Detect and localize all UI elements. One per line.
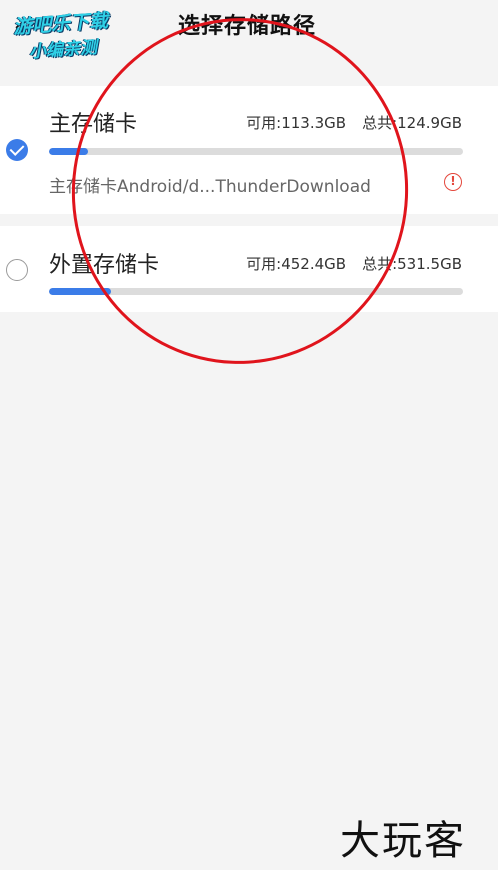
alert-circle-icon[interactable]: !	[444, 173, 462, 191]
top-bar: ‹ 选择存储路径 游吧乐下载 小编亲测	[0, 0, 498, 62]
storage-name: 外置存储卡	[49, 253, 160, 278]
page-title: 选择存储路径	[178, 14, 317, 39]
watermark-logo: 游吧乐下载 小编亲测	[12, 4, 141, 67]
storage-usage-bar	[49, 288, 463, 295]
storage-available: 可用:452.4GB	[246, 255, 347, 273]
radio-unchecked-icon[interactable]	[6, 259, 28, 281]
storage-available: 可用:113.3GB	[246, 114, 347, 132]
storage-usage-bar	[49, 148, 463, 155]
storage-stats: 可用:113.3GB 总共:124.9GB	[246, 112, 462, 133]
storage-name: 主存储卡	[49, 112, 138, 137]
storage-usage-fill	[49, 288, 111, 295]
radio-checked-icon[interactable]	[6, 139, 28, 161]
storage-usage-fill	[49, 148, 88, 155]
storage-option-external[interactable]: 外置存储卡 可用:452.4GB 总共:531.5GB	[0, 226, 498, 312]
watermark-line2: 小编亲测	[28, 37, 98, 63]
download-path: 主存储卡Android/d...ThunderDownload	[49, 177, 371, 197]
footer-logo: 大玩客	[340, 818, 466, 864]
storage-total: 总共:124.9GB	[362, 114, 462, 132]
storage-total: 总共:531.5GB	[362, 255, 462, 273]
storage-stats: 可用:452.4GB 总共:531.5GB	[246, 253, 462, 274]
storage-option-primary[interactable]: 主存储卡 可用:113.3GB 总共:124.9GB 主存储卡Android/d.…	[0, 86, 498, 214]
